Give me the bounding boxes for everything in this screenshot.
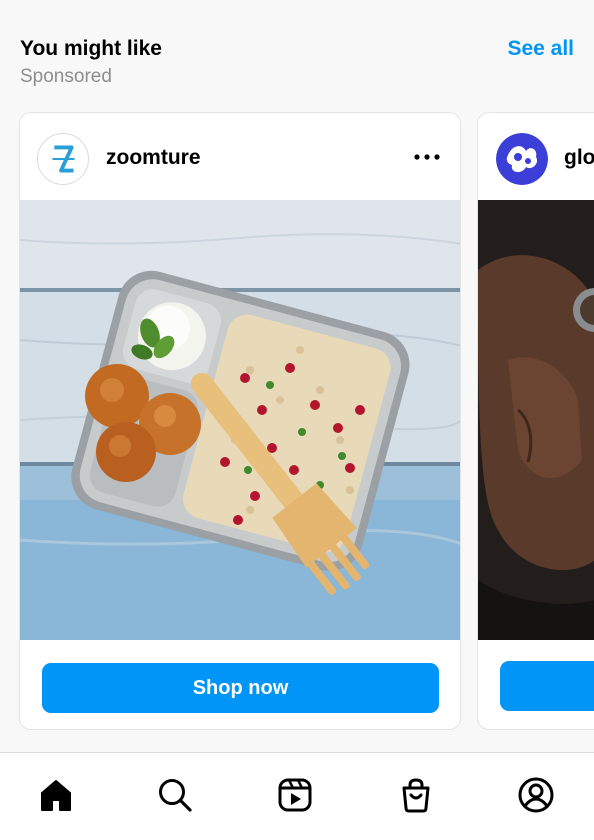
sponsored-card[interactable]: glo: [477, 112, 594, 730]
reels-icon[interactable]: [273, 773, 317, 817]
glo-logo-icon[interactable]: [496, 133, 548, 185]
profile-icon[interactable]: [514, 773, 558, 817]
zoomture-logo-icon[interactable]: [37, 133, 89, 185]
section-title: You might like: [20, 37, 162, 60]
sponsored-label: Sponsored: [20, 66, 112, 87]
section-header-text: You might like Sponsored: [20, 36, 162, 90]
home-icon[interactable]: [34, 773, 78, 817]
hand-holding-bowl-photo[interactable]: [478, 200, 594, 640]
card-header: glo: [478, 113, 594, 201]
search-icon[interactable]: [153, 773, 197, 817]
see-all-link[interactable]: See all: [507, 36, 574, 62]
call-to-action-button[interactable]: [500, 661, 594, 711]
bottom-tab-bar: [0, 752, 594, 840]
sponsored-card[interactable]: zoomture Shop now: [19, 112, 461, 730]
card-username[interactable]: zoomture: [106, 146, 201, 170]
suggested-posts-screen: You might like Sponsored See all zoomtur…: [0, 0, 594, 840]
card-username[interactable]: glo: [564, 146, 594, 170]
card-header: zoomture: [20, 113, 460, 201]
section-header: You might like Sponsored See all: [20, 36, 574, 90]
more-options-icon[interactable]: [412, 145, 442, 169]
sponsored-carousel[interactable]: zoomture Shop now glo: [0, 112, 594, 730]
food-lunchbox-photo[interactable]: [20, 200, 460, 640]
shop-icon[interactable]: [394, 773, 438, 817]
shop-now-button[interactable]: Shop now: [42, 663, 439, 713]
